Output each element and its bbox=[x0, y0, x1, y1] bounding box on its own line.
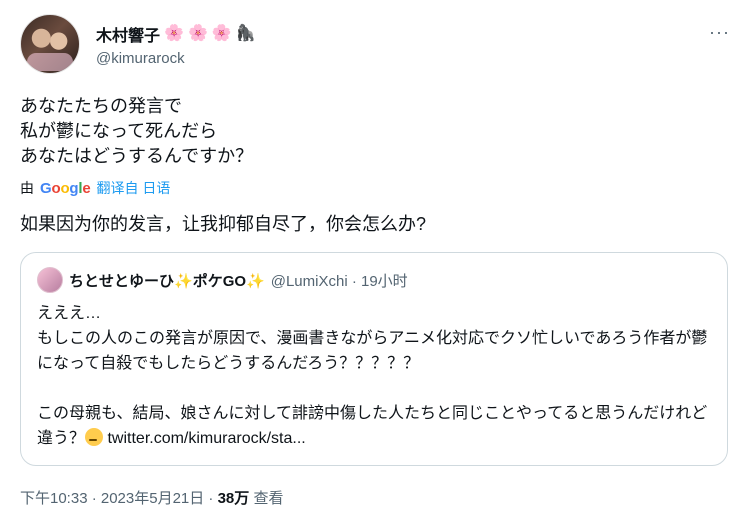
thinking-face-icon bbox=[85, 428, 104, 446]
sparkles-icon: ✨ bbox=[246, 272, 265, 290]
cherry-blossom-icon: 🌸 bbox=[211, 25, 232, 42]
quoted-tweet-body: えええ… もしこの人のこの発言が原因で、漫画書きながらアニメ化対応でクソ忙しいで… bbox=[37, 305, 708, 447]
translated-text: 如果因为你的发言，让我抑郁自尽了，你会怎么办? bbox=[20, 214, 427, 234]
author-handle[interactable]: @kimurarock bbox=[96, 50, 185, 67]
google-logo: Google bbox=[40, 179, 91, 197]
cherry-blossom-icon: 🌸 bbox=[187, 25, 208, 42]
quoted-handle-time: @LumiXchi · 19小时 bbox=[270, 272, 408, 290]
translation-source-link[interactable]: 翻译自 日语 bbox=[97, 178, 171, 198]
tweet-text: あなたたちの発言で 私が鬱になって死んだら あなたはどうするんですか？ bbox=[20, 96, 254, 166]
more-options-icon[interactable]: ··· bbox=[709, 22, 730, 43]
translation-prefix: 由 bbox=[20, 180, 34, 196]
author-avatar[interactable] bbox=[20, 14, 80, 74]
author-name-row[interactable]: 木村響子 🌸 🌸 🌸 🦍 bbox=[96, 22, 256, 46]
cherry-blossom-icon: 🌸 bbox=[164, 25, 184, 42]
quoted-tweet[interactable]: ちとせとゆーひ✨ポケGO✨ @LumiXchi · 19小时 えええ… もしこの… bbox=[20, 252, 728, 466]
sparkles-icon: ✨ bbox=[174, 272, 193, 290]
gorilla-icon: 🦍 bbox=[235, 25, 256, 42]
views-count: 38万 bbox=[217, 490, 250, 507]
quoted-link[interactable]: twitter.com/kimurarock/sta... bbox=[107, 430, 305, 447]
quoted-author-avatar[interactable] bbox=[37, 267, 63, 293]
author-display-name[interactable]: 木村響子 bbox=[96, 22, 160, 46]
translation-attribution: 由 Google 翻译自 日语 bbox=[20, 178, 170, 198]
tweet-header: 木村響子 🌸 🌸 🌸 🦍 @kimurarock ··· bbox=[20, 14, 730, 74]
quoted-author-name[interactable]: ちとせとゆーひ✨ポケGO✨ bbox=[69, 270, 265, 291]
quoted-tweet-header: ちとせとゆーひ✨ポケGO✨ @LumiXchi · 19小时 bbox=[37, 267, 408, 293]
tweet-metadata: 下午10:33 · 2023年5月21日 · 38万 查看 bbox=[20, 487, 283, 508]
views-label: 查看 bbox=[249, 490, 284, 507]
tweet-timestamp[interactable]: 下午10:33 · 2023年5月21日 · bbox=[20, 490, 218, 507]
